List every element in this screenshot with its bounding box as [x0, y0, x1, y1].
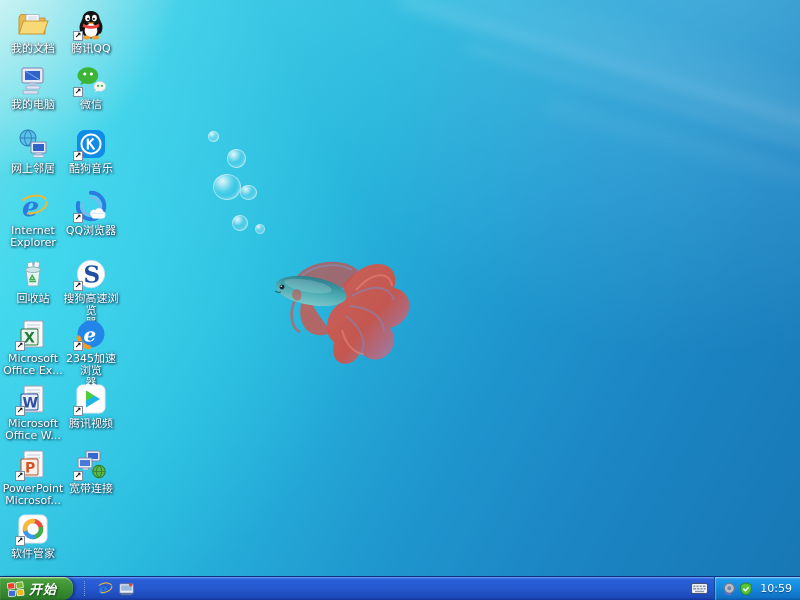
my-documents-icon — [17, 8, 49, 40]
shortcut-arrow-icon: ↗ — [15, 471, 25, 481]
tencent-video-icon: ↗ — [73, 383, 107, 416]
software-manager-icon: ↗ — [15, 513, 49, 546]
sogou-browser-icon: S ↗ — [73, 258, 107, 291]
desktop-icon-network-places[interactable]: 网上邻居 — [3, 128, 63, 175]
desktop-icon-broadband[interactable]: ↗ 宽带连接 — [61, 448, 121, 495]
desktop-icon-2345-browser[interactable]: e ↗ 2345加速浏览 器 — [61, 318, 121, 389]
shortcut-arrow-icon: ↗ — [73, 341, 83, 351]
desktop-icon-internet-explorer[interactable]: e Internet Explorer — [3, 190, 63, 249]
desktop-icon-label: 腾讯QQ — [71, 42, 111, 55]
internet-explorer-icon: e — [17, 190, 49, 222]
desktop-icon-label: 网上邻居 — [11, 162, 55, 175]
shortcut-arrow-icon: ↗ — [15, 341, 25, 351]
quick-launch-bar: e — [90, 577, 141, 600]
excel-icon: X ↗ — [15, 318, 49, 351]
desktop-icon-qq[interactable]: ↗ 腾讯QQ — [61, 8, 121, 55]
powerpoint-icon: P ↗ — [15, 448, 49, 481]
desktop-icon-label: 我的电脑 — [11, 98, 55, 111]
desktop-icon-software-manager[interactable]: ↗ 软件管家 — [3, 513, 63, 560]
desktop-icon-label: Internet Explorer — [10, 224, 56, 249]
shortcut-arrow-icon: ↗ — [73, 406, 83, 416]
keyboard-icon — [691, 583, 709, 594]
svg-text:e: e — [99, 582, 108, 597]
taskbar-empty-area[interactable] — [141, 577, 685, 600]
taskbar-clock[interactable]: 10:59 — [760, 582, 792, 595]
desktop-icon-word[interactable]: W ↗ Microsoft Office W... — [3, 383, 63, 442]
network-places-icon — [17, 128, 49, 160]
audio-tray-icon[interactable] — [722, 582, 736, 596]
desktop-icon-my-computer[interactable]: 我的电脑 — [3, 64, 63, 111]
language-indicator[interactable] — [685, 577, 714, 600]
shortcut-arrow-icon: ↗ — [73, 87, 83, 97]
shortcut-arrow-icon: ↗ — [15, 406, 25, 416]
windows-logo-icon — [7, 581, 25, 597]
shortcut-arrow-icon: ↗ — [73, 213, 83, 223]
quick-launch-show-desktop-icon[interactable] — [118, 580, 135, 597]
desktop-icon-label: 酷狗音乐 — [69, 162, 113, 175]
qq-browser-icon: ↗ — [73, 190, 107, 223]
desktop-icon-label: 回收站 — [16, 292, 50, 305]
kugou-music-icon: ↗ — [73, 128, 107, 161]
desktop-icon-label: Microsoft Office W... — [5, 417, 61, 442]
system-tray: 10:59 — [714, 577, 800, 600]
shortcut-arrow-icon: ↗ — [73, 471, 83, 481]
broadband-icon: ↗ — [73, 448, 107, 481]
desktop-icon-label: 微信 — [80, 98, 102, 111]
my-computer-icon — [17, 64, 49, 96]
desktop-icon-kugou-music[interactable]: ↗ 酷狗音乐 — [61, 128, 121, 175]
desktop-icon-recycle-bin[interactable]: 回收站 — [3, 258, 63, 305]
desktop-icon-label: 腾讯视频 — [69, 417, 113, 430]
recycle-bin-icon — [17, 258, 49, 290]
desktop-icon-excel[interactable]: X ↗ Microsoft Office Ex... — [3, 318, 63, 377]
svg-text:e: e — [84, 323, 97, 347]
shortcut-arrow-icon: ↗ — [73, 31, 83, 41]
desktop-icon-label: 软件管家 — [11, 547, 55, 560]
desktop-icon-qq-browser[interactable]: ↗ QQ浏览器 — [61, 190, 121, 237]
shortcut-arrow-icon: ↗ — [15, 536, 25, 546]
quick-launch-internet-explorer-icon[interactable]: e — [96, 580, 113, 597]
desktop-icon-grid: 我的文档 我的电脑 网上邻居 e Internet Explorer 回收站 X ↗ Micro… — [0, 0, 800, 600]
svg-text:P: P — [25, 461, 35, 477]
svg-text:S: S — [84, 262, 101, 289]
svg-text:X: X — [24, 331, 35, 347]
taskbar: 开始 e 10:59 — [0, 576, 800, 600]
start-button[interactable]: 开始 — [0, 577, 74, 600]
desktop-icon-wechat[interactable]: ↗ 微信 — [61, 64, 121, 111]
desktop-icon-label: 我的文档 — [11, 42, 55, 55]
taskbar-divider — [84, 581, 87, 596]
desktop[interactable]: 我的文档 我的电脑 网上邻居 e Internet Explorer 回收站 X ↗ Micro… — [0, 0, 800, 600]
security-tray-icon[interactable] — [739, 581, 753, 596]
desktop-icon-label: PowerPoint Microsof... — [2, 482, 64, 507]
desktop-icon-tencent-video[interactable]: ↗ 腾讯视频 — [61, 383, 121, 430]
start-button-label: 开始 — [29, 583, 58, 598]
shortcut-arrow-icon: ↗ — [73, 281, 83, 291]
word-icon: W ↗ — [15, 383, 49, 416]
wechat-icon: ↗ — [73, 64, 107, 97]
qq-icon: ↗ — [73, 8, 107, 41]
desktop-icon-powerpoint[interactable]: P ↗ PowerPoint Microsof... — [3, 448, 63, 507]
desktop-icon-my-documents[interactable]: 我的文档 — [3, 8, 63, 55]
shortcut-arrow-icon: ↗ — [73, 151, 83, 161]
desktop-icon-label: Microsoft Office Ex... — [3, 352, 63, 377]
2345-browser-icon: e ↗ — [73, 318, 107, 351]
desktop-icon-label: QQ浏览器 — [65, 224, 117, 237]
desktop-icon-label: 宽带连接 — [69, 482, 113, 495]
